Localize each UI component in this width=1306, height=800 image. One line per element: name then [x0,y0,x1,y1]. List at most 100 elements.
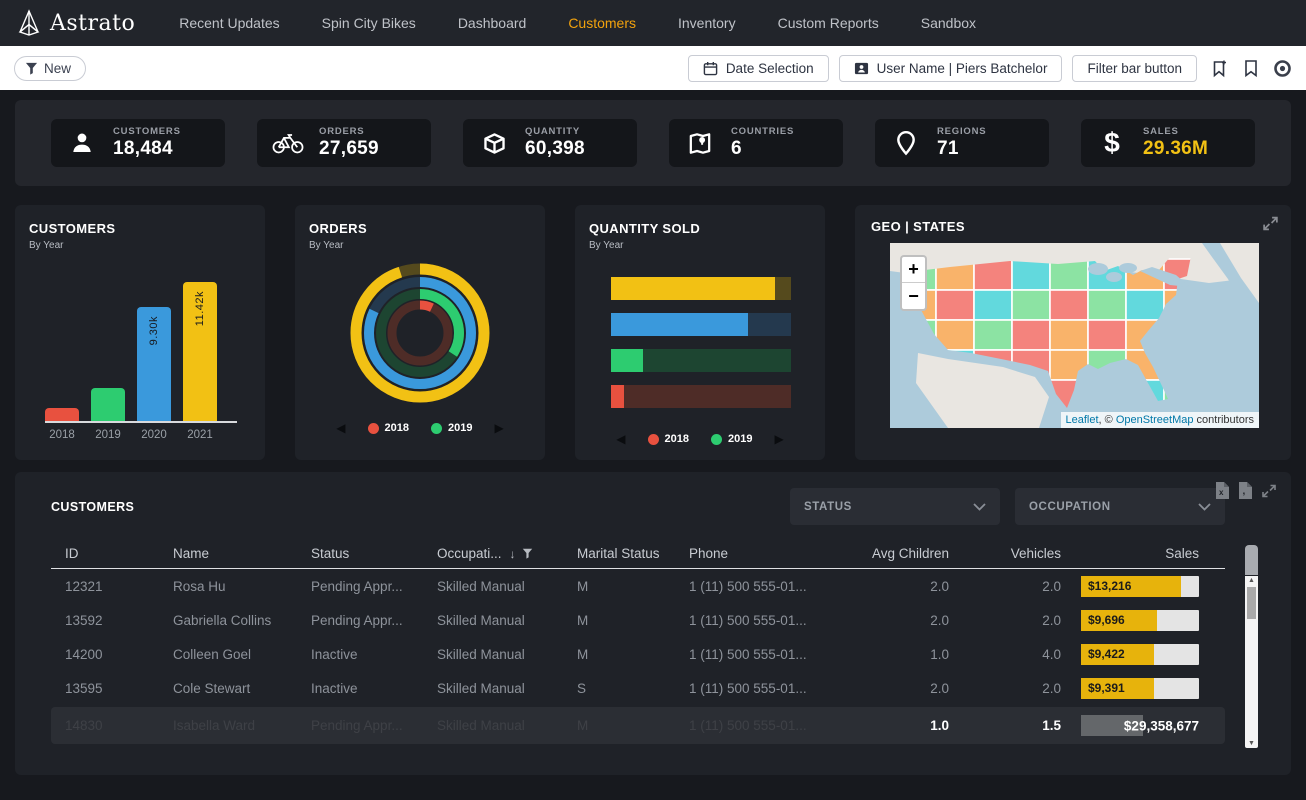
export-excel-icon[interactable]: x [1215,482,1229,499]
col-marital-status[interactable]: Marital Status [563,546,675,561]
nav-item-customers[interactable]: Customers [568,15,636,31]
col-occupation-label: Occupati... [437,546,502,561]
charts-row: CUSTOMERS By Year 9.30k 11.42k 2018 2019… [15,205,1291,460]
kpi-sales[interactable]: $ SALES 29.36M [1081,119,1255,167]
calendar-icon [703,61,718,76]
bar-2020[interactable]: 9.30k [137,307,171,421]
person-icon [65,131,99,155]
legend-next-icon[interactable]: ▶ [494,421,503,435]
hbar-2018[interactable] [611,385,791,408]
map-zoom-out-button[interactable]: − [902,283,925,309]
status-dropdown[interactable]: STATUS [790,488,1000,525]
table-row[interactable]: 13595 Cole Stewart Inactive Skilled Manu… [51,671,1225,705]
ghost-cell-marital: M [563,718,675,733]
date-selection-button[interactable]: Date Selection [688,55,829,82]
legend-item-2018[interactable]: 2018 [368,422,409,434]
legend-prev-icon[interactable]: ◀ [336,421,345,435]
map-zoom-in-button[interactable]: + [902,257,925,283]
export-csv-icon[interactable]: , [1238,482,1252,499]
legend-item-2019[interactable]: 2019 [431,422,472,434]
leaflet-map[interactable]: + − Leaflet, © OpenStreetMap contributor… [890,243,1259,428]
col-avg-children[interactable]: Avg Children [843,546,955,561]
leaflet-link[interactable]: Leaflet [1066,414,1099,426]
kpi-regions[interactable]: REGIONS 71 [875,119,1049,167]
hbar-2020[interactable] [611,313,791,336]
scroll-up-icon[interactable]: ▲ [1248,576,1255,585]
nav-item-dashboard[interactable]: Dashboard [458,15,527,31]
new-filter-button[interactable]: New [14,56,86,81]
occupation-dropdown-label: OCCUPATION [1029,501,1111,513]
table-title: CUSTOMERS [51,500,134,514]
kpi-value: 27,659 [319,138,379,160]
cell-name: Rosa Hu [159,579,297,594]
quantity-bar-chart[interactable] [611,277,791,408]
ghost-cell-status: Pending Appr... [297,718,423,733]
col-vehicles[interactable]: Vehicles [955,546,1067,561]
kpi-orders[interactable]: ORDERS 27,659 [257,119,431,167]
cell-vehicles: 2.0 [955,613,1067,628]
cell-status: Inactive [297,647,423,662]
expand-icon[interactable] [1262,215,1279,232]
col-sales[interactable]: Sales [1067,546,1205,561]
occupation-dropdown[interactable]: OCCUPATION [1015,488,1225,525]
nav-item-custom-reports[interactable]: Custom Reports [778,15,879,31]
bar-2019[interactable] [91,388,125,421]
nav-item-recent-updates[interactable]: Recent Updates [179,15,279,31]
bookmark-add-icon[interactable] [1211,59,1229,78]
col-status[interactable]: Status [297,546,423,561]
bicycle-icon [271,131,305,155]
kpi-customers[interactable]: CUSTOMERS 18,484 [51,119,225,167]
nav-items: Recent Updates Spin City Bikes Dashboard… [179,15,976,31]
bar-2021[interactable]: 11.42k [183,282,217,421]
vertical-scrollbar[interactable]: ▲ ▼ [1245,576,1258,748]
top-nav: Astrato Recent Updates Spin City Bikes D… [0,0,1306,46]
col-occupation[interactable]: Occupati... ↓ [423,546,563,561]
kpi-quantity[interactable]: QUANTITY 60,398 [463,119,637,167]
column-filter-icon[interactable] [522,548,533,559]
orders-chart-title: ORDERS [309,221,531,236]
cell-avg-children: 2.0 [843,579,955,594]
user-button-label: User Name | Piers Batchelor [877,61,1048,76]
chevron-down-icon [973,503,986,511]
astrato-logo-icon [16,8,42,38]
orders-donut-chart[interactable] [344,257,496,409]
user-button[interactable]: User Name | Piers Batchelor [839,55,1063,82]
nav-item-inventory[interactable]: Inventory [678,15,736,31]
legend-next-icon[interactable]: ▶ [774,432,783,446]
hbar-2019[interactable] [611,349,791,372]
sort-desc-icon[interactable]: ↓ [510,547,516,561]
bookmark-icon[interactable] [1243,59,1259,78]
legend-label: 2019 [728,433,752,445]
table-row[interactable]: 14200 Colleen Goel Inactive Skilled Manu… [51,637,1225,671]
legend-prev-icon[interactable]: ◀ [616,432,625,446]
kpi-band: CUSTOMERS 18,484 ORDERS 27,659 [15,100,1291,186]
scroll-down-icon[interactable]: ▼ [1248,739,1255,748]
legend-item-2019[interactable]: 2019 [711,433,752,445]
hbar-2021[interactable] [611,277,791,300]
kpi-countries[interactable]: COUNTRIES 6 [669,119,843,167]
openstreetmap-link[interactable]: OpenStreetMap [1116,414,1194,426]
nav-item-spin-city-bikes[interactable]: Spin City Bikes [322,15,416,31]
legend-label: 2018 [385,422,409,434]
customers-bar-chart[interactable]: 9.30k 11.42k [45,273,237,423]
filter-bar-button[interactable]: Filter bar button [1072,55,1197,82]
sales-bar: $9,391 [1081,678,1199,699]
nav-item-sandbox[interactable]: Sandbox [921,15,976,31]
table-row[interactable]: 13592 Gabriella Collins Pending Appr... … [51,603,1225,637]
brand[interactable]: Astrato [16,8,135,38]
scrollbar-thumb[interactable] [1247,587,1256,619]
cell-id: 14200 [51,647,159,662]
expand-icon[interactable] [1261,483,1277,499]
col-phone[interactable]: Phone [675,546,843,561]
table-row[interactable]: 12321 Rosa Hu Pending Appr... Skilled Ma… [51,569,1225,603]
bar-2018[interactable] [45,408,79,421]
funnel-icon [25,62,38,75]
cell-occupation: Skilled Manual [423,647,563,662]
col-id[interactable]: ID [51,546,159,561]
legend-item-2018[interactable]: 2018 [648,433,689,445]
eye-icon[interactable] [1273,59,1292,78]
col-name[interactable]: Name [159,546,297,561]
us-states-choropleth[interactable] [890,243,1259,428]
geo-panel-title: GEO | STATES [871,219,1275,234]
cell-id: 13595 [51,681,159,696]
